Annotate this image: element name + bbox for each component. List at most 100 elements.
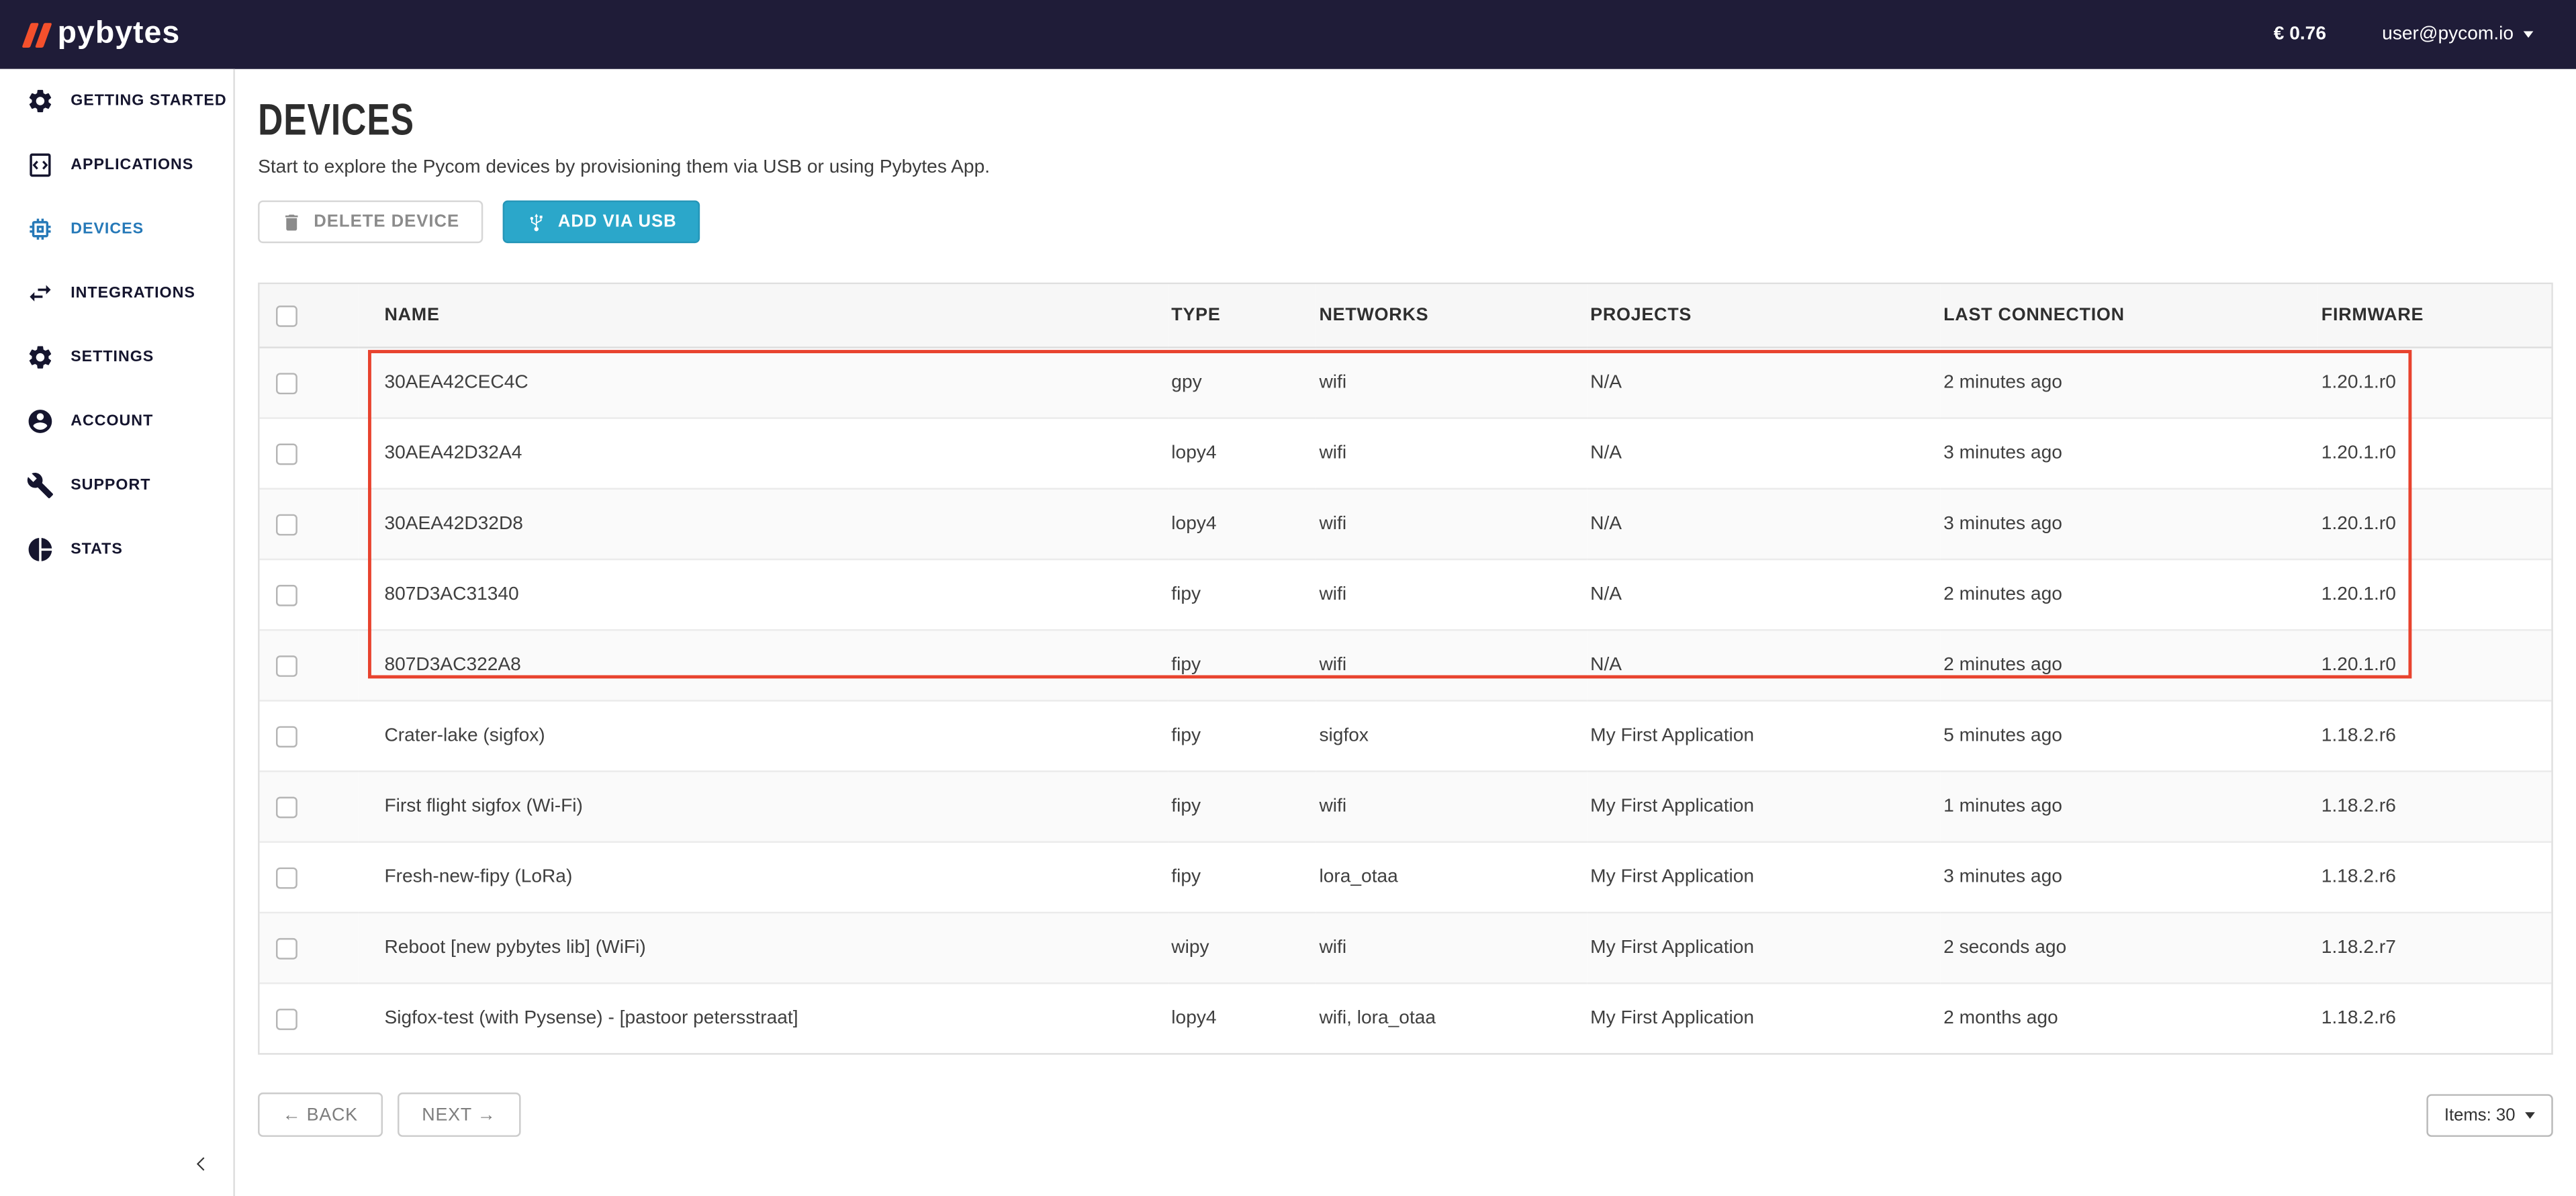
device-firmware-cell: 1.20.1.r0 [2318, 418, 2551, 489]
row-checkbox[interactable] [276, 584, 297, 606]
device-projects-cell: My First Application [1587, 913, 1940, 983]
device-projects-cell: My First Application [1587, 983, 1940, 1053]
device-name-cell: Fresh-new-fipy (LoRa) [358, 842, 1168, 913]
column-header-projects: PROJECTS [1587, 284, 1940, 347]
device-projects-cell: My First Application [1587, 842, 1940, 913]
chevron-down-icon [2525, 1111, 2535, 1118]
device-type-cell: fipy [1168, 842, 1316, 913]
sidebar-item-applications[interactable]: APPLICATIONS [0, 133, 233, 197]
device-projects-cell: N/A [1587, 418, 1940, 489]
device-last-connection-cell: 3 minutes ago [1940, 489, 2318, 559]
sidebar-item-label: STATS [71, 541, 123, 559]
topbar-right: € 0.76 user@pycom.io [2274, 25, 2534, 44]
table-row[interactable]: 807D3AC31340 fipy wifi N/A 2 minutes ago… [260, 559, 2552, 630]
device-last-connection-cell: 3 minutes ago [1940, 842, 2318, 913]
table-row[interactable]: Fresh-new-fipy (LoRa) fipy lora_otaa My … [260, 842, 2552, 913]
device-name-cell: Crater-lake (sigfox) [358, 700, 1168, 771]
wrench-icon [26, 471, 54, 500]
sidebar-item-label: SUPPORT [71, 476, 150, 494]
table-row[interactable]: Reboot [new pybytes lib] (WiFi) wipy wif… [260, 913, 2552, 983]
device-networks-cell: sigfox [1316, 700, 1588, 771]
devices-table: NAME TYPE NETWORKS PROJECTS LAST CONNECT… [258, 283, 2553, 1055]
table-row[interactable]: Crater-lake (sigfox) fipy sigfox My Firs… [260, 700, 2552, 771]
sidebar-item-integrations[interactable]: INTEGRATIONS [0, 261, 233, 325]
device-name-cell: 30AEA42D32D8 [358, 489, 1168, 559]
brand[interactable]: pybytes [26, 16, 180, 52]
person-icon [26, 408, 54, 436]
sidebar-item-getting-started[interactable]: GETTING STARTED [0, 69, 233, 133]
row-checkbox[interactable] [276, 866, 297, 888]
device-firmware-cell: 1.20.1.r0 [2318, 347, 2551, 418]
device-projects-cell: N/A [1587, 630, 1940, 700]
device-firmware-cell: 1.18.2.r6 [2318, 772, 2551, 842]
sidebar-item-devices[interactable]: DEVICES [0, 197, 233, 261]
device-networks-cell: wifi [1316, 913, 1588, 983]
device-networks-cell: wifi [1316, 347, 1588, 418]
collapse-sidebar-button[interactable] [184, 1147, 217, 1180]
select-all-checkbox[interactable] [276, 305, 297, 326]
gear-icon [26, 343, 54, 371]
row-checkbox[interactable] [276, 443, 297, 464]
device-name-cell: Reboot [new pybytes lib] (WiFi) [358, 913, 1168, 983]
usb-icon [525, 211, 547, 232]
column-header-name: NAME [358, 284, 1168, 347]
column-header-networks: NETWORKS [1316, 284, 1588, 347]
row-checkbox[interactable] [276, 725, 297, 747]
next-button[interactable]: NEXT → [398, 1093, 520, 1137]
table-row[interactable]: 30AEA42D32A4 lopy4 wifi N/A 3 minutes ag… [260, 418, 2552, 489]
column-header-firmware: FIRMWARE [2318, 284, 2551, 347]
row-checkbox[interactable] [276, 514, 297, 535]
brand-name: pybytes [58, 16, 181, 52]
table-row[interactable]: Sigfox-test (with Pysense) - [pastoor pe… [260, 983, 2552, 1053]
delete-device-button[interactable]: DELETE DEVICE [258, 200, 482, 243]
row-checkbox[interactable] [276, 796, 297, 817]
sidebar-item-label: DEVICES [71, 220, 144, 238]
device-last-connection-cell: 3 minutes ago [1940, 418, 2318, 489]
sidebar-item-label: GETTING STARTED [71, 92, 226, 110]
table-row[interactable]: 807D3AC322A8 fipy wifi N/A 2 minutes ago… [260, 630, 2552, 700]
row-checkbox[interactable] [276, 937, 297, 959]
device-firmware-cell: 1.20.1.r0 [2318, 559, 2551, 630]
row-checkbox[interactable] [276, 655, 297, 676]
device-last-connection-cell: 2 minutes ago [1940, 347, 2318, 418]
device-networks-cell: lora_otaa [1316, 842, 1588, 913]
back-button[interactable]: ← BACK [258, 1093, 382, 1137]
device-name-cell: Sigfox-test (with Pysense) - [pastoor pe… [358, 983, 1168, 1053]
device-projects-cell: My First Application [1587, 700, 1940, 771]
sidebar-item-account[interactable]: ACCOUNT [0, 389, 233, 453]
table-row[interactable]: 30AEA42CEC4C gpy wifi N/A 2 minutes ago … [260, 347, 2552, 418]
device-last-connection-cell: 2 minutes ago [1940, 559, 2318, 630]
sidebar-item-stats[interactable]: STATS [0, 518, 233, 582]
user-menu[interactable]: user@pycom.io [2382, 25, 2533, 44]
sidebar-item-support[interactable]: SUPPORT [0, 453, 233, 517]
chevron-left-icon [190, 1152, 212, 1174]
device-networks-cell: wifi [1316, 418, 1588, 489]
row-checkbox[interactable] [276, 1008, 297, 1029]
add-via-usb-label: ADD VIA USB [558, 212, 677, 232]
device-projects-cell: N/A [1587, 489, 1940, 559]
sidebar-item-label: INTEGRATIONS [71, 284, 195, 302]
row-checkbox-cell [260, 347, 359, 418]
device-last-connection-cell: 2 months ago [1940, 983, 2318, 1053]
device-name-cell: 807D3AC322A8 [358, 630, 1168, 700]
device-name-cell: 30AEA42D32A4 [358, 418, 1168, 489]
main-content: DEVICES Start to explore the Pycom devic… [235, 69, 2576, 1196]
device-type-cell: fipy [1168, 700, 1316, 771]
row-checkbox-cell [260, 842, 359, 913]
chip-icon [26, 215, 54, 243]
device-type-cell: fipy [1168, 559, 1316, 630]
sidebar-item-label: ACCOUNT [71, 412, 153, 430]
device-networks-cell: wifi [1316, 772, 1588, 842]
trash-icon [281, 211, 302, 232]
sidebar-item-settings[interactable]: SETTINGS [0, 325, 233, 389]
add-via-usb-button[interactable]: ADD VIA USB [502, 200, 700, 243]
device-projects-cell: N/A [1587, 347, 1940, 418]
table-row[interactable]: 30AEA42D32D8 lopy4 wifi N/A 3 minutes ag… [260, 489, 2552, 559]
gear-icon [26, 87, 54, 116]
device-type-cell: fipy [1168, 630, 1316, 700]
table-row[interactable]: First flight sigfox (Wi-Fi) fipy wifi My… [260, 772, 2552, 842]
device-networks-cell: wifi [1316, 559, 1588, 630]
items-per-page-select[interactable]: Items: 30 [2426, 1093, 2553, 1136]
row-checkbox[interactable] [276, 372, 297, 394]
row-checkbox-cell [260, 489, 359, 559]
